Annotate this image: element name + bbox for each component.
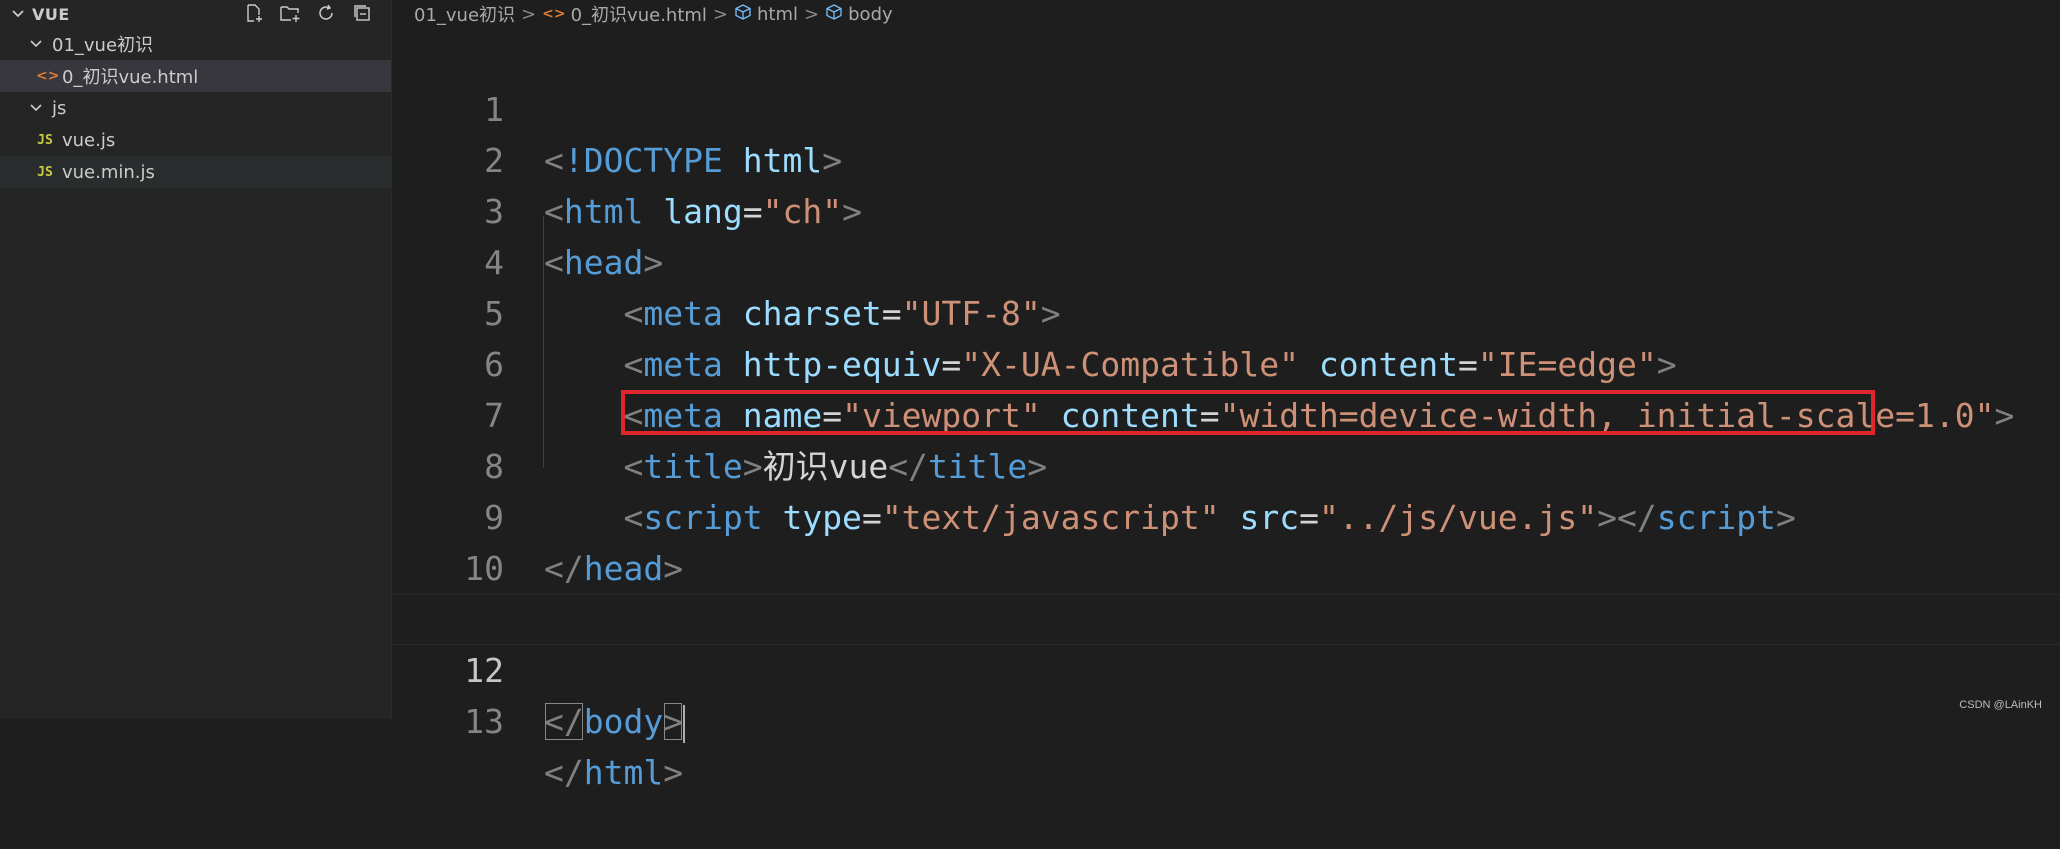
- code-line-13[interactable]: 13 </html>: [392, 645, 2060, 792]
- tree-item-label: js: [52, 97, 67, 119]
- js-file-icon: JS: [37, 164, 53, 180]
- code-line-10[interactable]: 10 <body>: [392, 492, 2060, 639]
- code-line-5[interactable]: 5 <meta http-equiv="X-UA-Compatible" con…: [392, 237, 2060, 384]
- code-line-3[interactable]: 3 <head>: [392, 135, 2060, 282]
- code-line-4[interactable]: 4 <meta charset="UTF-8">: [392, 186, 2060, 333]
- cube-symbol-icon: [825, 3, 843, 26]
- collapse-all-icon[interactable]: [351, 2, 373, 24]
- tree-item-label: 01_vue初识: [52, 35, 154, 56]
- chevron-down-icon[interactable]: [26, 34, 46, 54]
- tree-item-label: 0_初识vue.html: [62, 67, 199, 88]
- breadcrumb-separator: >: [712, 3, 729, 25]
- explorer-actions: [243, 2, 373, 24]
- bracket-match: >: [663, 702, 684, 741]
- breadcrumb-item-body[interactable]: body: [825, 3, 893, 26]
- breadcrumb-item-html[interactable]: html: [734, 3, 798, 26]
- tree-item-label: vue.js: [62, 129, 116, 151]
- tree-item-vue-min-js[interactable]: JS vue.min.js: [0, 156, 391, 188]
- tree-item-label: vue.min.js: [62, 161, 155, 183]
- breadcrumb-item-file[interactable]: <> 0_初识vue.html: [542, 1, 707, 27]
- watermark: CSDN @LAinKH: [1959, 699, 2042, 711]
- html-file-icon: <>: [36, 68, 60, 84]
- code-line-2[interactable]: 2 <html lang="ch">: [392, 84, 2060, 231]
- chevron-down-icon[interactable]: [26, 98, 46, 118]
- code-line-1[interactable]: 1 <!DOCTYPE html>: [392, 33, 2060, 180]
- chevron-down-icon[interactable]: [8, 4, 28, 24]
- code-line-11[interactable]: 11: [392, 543, 2060, 639]
- breadcrumb-separator: >: [804, 3, 820, 25]
- code-line-6[interactable]: 6 <meta name="viewport" content="width=d…: [392, 288, 2060, 435]
- new-file-icon[interactable]: [243, 2, 265, 24]
- explorer-header[interactable]: VUE: [0, 0, 391, 28]
- bracket-match: </: [544, 702, 584, 741]
- code-content: </html>: [544, 747, 683, 798]
- code-content: </body>: [544, 696, 686, 747]
- html-file-icon: <>: [542, 6, 566, 22]
- tree-item-folder-js[interactable]: js: [0, 92, 391, 124]
- new-folder-icon[interactable]: [279, 2, 301, 24]
- code-token: >: [663, 753, 684, 792]
- code-token: </: [544, 753, 584, 792]
- annotation-highlight-box: [621, 390, 1875, 435]
- tree-item-vue-js[interactable]: JS vue.js: [0, 124, 391, 156]
- breadcrumb: 01_vue初识 > <> 0_初识vue.html > html > body: [392, 0, 2060, 28]
- code-line-7[interactable]: 7 <title>初识vue</title>: [392, 339, 2060, 486]
- js-file-icon: JS: [37, 132, 53, 148]
- text-cursor: [683, 704, 686, 743]
- code-editor[interactable]: 1 <!DOCTYPE html> 2 <html lang="ch"> 3 <…: [392, 33, 2060, 792]
- explorer-folder-title: VUE: [32, 4, 70, 24]
- tree-item-folder-01-vue[interactable]: 01_vue初识: [0, 28, 391, 60]
- explorer-sidebar: VUE 01_vue初识 <> 0_初识vue.html js JS vue.j…: [0, 0, 392, 719]
- breadcrumb-separator: >: [521, 3, 537, 25]
- cube-symbol-icon: [734, 3, 752, 26]
- code-line-12-current[interactable]: 12 </body>: [392, 594, 2060, 743]
- code-token: body: [583, 702, 664, 741]
- code-line-9[interactable]: 9 </head>: [392, 441, 2060, 588]
- refresh-icon[interactable]: [315, 2, 337, 24]
- line-number: 13: [464, 702, 504, 741]
- code-token: html: [583, 753, 664, 792]
- breadcrumb-item-folder[interactable]: 01_vue初识: [414, 1, 515, 27]
- tree-item-html-file[interactable]: <> 0_初识vue.html: [0, 60, 391, 92]
